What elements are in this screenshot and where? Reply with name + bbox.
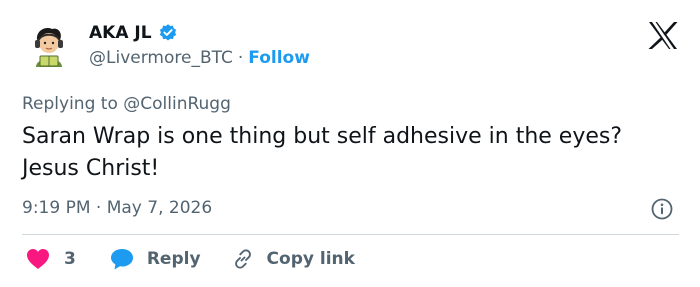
copy-link-button[interactable]: Copy link <box>231 247 355 271</box>
separator-dot: · <box>95 198 102 218</box>
author-name-row: AKA JL <box>89 23 178 43</box>
tweet-time: 9:19 PM <box>22 198 91 218</box>
like-button[interactable]: 3 <box>26 248 76 270</box>
author-handle[interactable]: @Livermore_BTC <box>89 48 233 68</box>
tweet-text: Saran Wrap is one thing but self adhesiv… <box>22 124 623 181</box>
follow-button[interactable]: Follow <box>248 48 310 68</box>
divider <box>22 234 679 235</box>
tweet-actions: 3 Reply Copy link <box>26 247 355 271</box>
heart-icon <box>26 248 50 270</box>
replying-to: Replying to @CollinRugg <box>22 94 231 114</box>
replying-prefix: Replying to <box>22 94 118 114</box>
reply-button[interactable]: Reply <box>110 248 201 270</box>
info-icon[interactable] <box>651 198 673 220</box>
separator-dot: · <box>237 48 244 68</box>
reply-label: Reply <box>146 249 201 269</box>
copy-link-label: Copy link <box>266 249 355 269</box>
speech-bubble-icon <box>110 248 134 270</box>
link-icon <box>231 247 255 271</box>
tweet-date: May 7, 2026 <box>106 198 213 218</box>
like-count: 3 <box>64 249 76 269</box>
x-logo-icon[interactable] <box>648 22 678 49</box>
author-name[interactable]: AKA JL <box>89 23 152 43</box>
reply-mention-link[interactable]: @CollinRugg <box>123 94 231 114</box>
tweet-timestamp[interactable]: 9:19 PM · May 7, 2026 <box>22 198 212 218</box>
verified-badge-icon <box>158 23 178 43</box>
avatar[interactable] <box>24 23 72 71</box>
handle-row: @Livermore_BTC · Follow <box>89 48 310 68</box>
